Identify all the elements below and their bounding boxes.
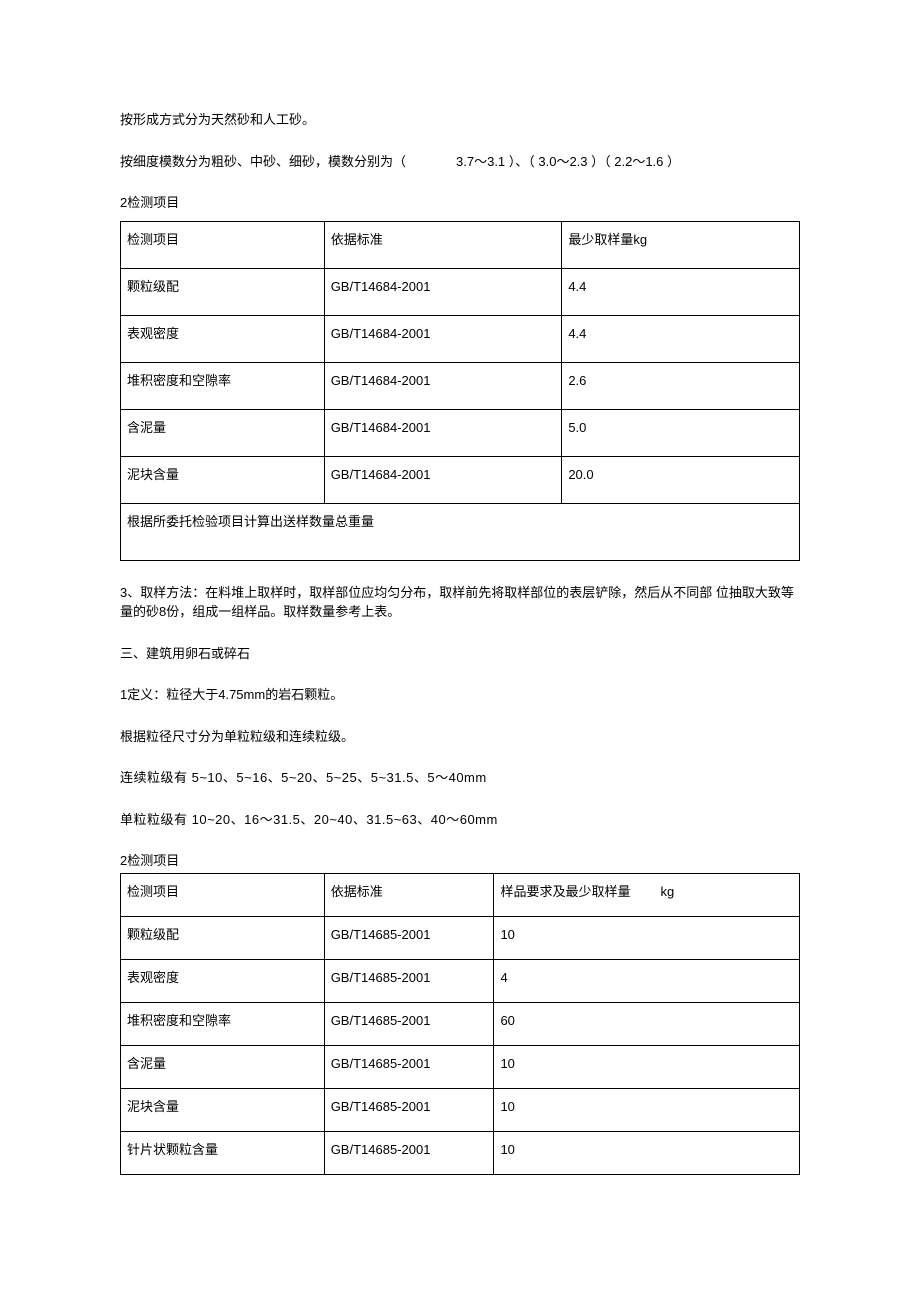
- cell-standard: GB/T14684-2001: [324, 362, 562, 409]
- cell-value: 10: [494, 916, 800, 959]
- paragraph-modulus: 按细度模数分为粗砂、中砂、细砂，模数分别为（ 3.7～3.1 ）、（ 3.0～2.…: [120, 152, 800, 172]
- table-header-item: 检测项目: [121, 873, 325, 916]
- cell-value: 20.0: [562, 456, 800, 503]
- cell-item: 堆积密度和空隙率: [121, 1002, 325, 1045]
- table-row: 检测项目 依据标准 样品要求及最少取样量 kg: [121, 873, 800, 916]
- cell-value: 2.6: [562, 362, 800, 409]
- cell-item: 表观密度: [121, 315, 325, 362]
- header-sample-unit: kg: [660, 884, 674, 899]
- cell-standard: GB/T14684-2001: [324, 315, 562, 362]
- table-header-standard: 依据标准: [324, 873, 494, 916]
- table-row-footer: 根据所委托检验项目计算出送样数量总重量: [121, 503, 800, 560]
- table-header-sample-req: 样品要求及最少取样量 kg: [494, 873, 800, 916]
- table-gravel-tests: 检测项目 依据标准 样品要求及最少取样量 kg 颗粒级配 GB/T14685-20…: [120, 873, 800, 1175]
- table-row: 含泥量 GB/T14684-2001 5.0: [121, 409, 800, 456]
- modulus-values: 3.7～3.1 ）、（ 3.0～2.3 ）（ 2.2～1.6 ）: [456, 154, 680, 169]
- cell-standard: GB/T14685-2001: [324, 959, 494, 1002]
- table-header-item: 检测项目: [121, 221, 325, 268]
- cell-value: 4: [494, 959, 800, 1002]
- paragraph-sampling-method: 3、取样方法：在料堆上取样时，取样部位应均匀分布，取样前先将取样部位的表层铲除，…: [120, 583, 800, 622]
- cell-standard: GB/T14685-2001: [324, 1002, 494, 1045]
- paragraph-continuous-grades: 连续粒级有 5~10、5~16、5~20、5~25、5~31.5、5～40mm: [120, 768, 800, 788]
- table-row: 堆积密度和空隙率 GB/T14685-2001 60: [121, 1002, 800, 1045]
- table-header-min-sample: 最少取样量kg: [562, 221, 800, 268]
- cell-item: 含泥量: [121, 1045, 325, 1088]
- cell-standard: GB/T14685-2001: [324, 1131, 494, 1174]
- cell-value: 60: [494, 1002, 800, 1045]
- cell-standard: GB/T14684-2001: [324, 268, 562, 315]
- paragraph-formation: 按形成方式分为天然砂和人工砂。: [120, 110, 800, 130]
- cell-item: 泥块含量: [121, 1088, 325, 1131]
- cell-item: 颗粒级配: [121, 916, 325, 959]
- cell-item: 颗粒级配: [121, 268, 325, 315]
- table-row: 针片状颗粒含量 GB/T14685-2001 10: [121, 1131, 800, 1174]
- table-row: 颗粒级配 GB/T14685-2001 10: [121, 916, 800, 959]
- header-sample-text: 样品要求及最少取样量: [500, 884, 630, 899]
- cell-value: 10: [494, 1088, 800, 1131]
- cell-item: 堆积密度和空隙率: [121, 362, 325, 409]
- cell-item: 针片状颗粒含量: [121, 1131, 325, 1174]
- table-row: 表观密度 GB/T14684-2001 4.4: [121, 315, 800, 362]
- cell-footer: 根据所委托检验项目计算出送样数量总重量: [121, 503, 800, 560]
- cell-standard: GB/T14684-2001: [324, 409, 562, 456]
- cell-standard: GB/T14685-2001: [324, 916, 494, 959]
- table-sand-tests: 检测项目 依据标准 最少取样量kg 颗粒级配 GB/T14684-2001 4.…: [120, 221, 800, 561]
- cell-item: 含泥量: [121, 409, 325, 456]
- table-row: 含泥量 GB/T14685-2001 10: [121, 1045, 800, 1088]
- cell-standard: GB/T14685-2001: [324, 1088, 494, 1131]
- paragraph-single-grades: 单粒粒级有 10~20、16～31.5、20~40、31.5~63、40～60m…: [120, 810, 800, 830]
- table-header-standard: 依据标准: [324, 221, 562, 268]
- cell-value: 5.0: [562, 409, 800, 456]
- cell-standard: GB/T14685-2001: [324, 1045, 494, 1088]
- table-row: 检测项目 依据标准 最少取样量kg: [121, 221, 800, 268]
- section-title-2: 2检测项目: [120, 193, 800, 213]
- cell-standard: GB/T14684-2001: [324, 456, 562, 503]
- table-row: 表观密度 GB/T14685-2001 4: [121, 959, 800, 1002]
- cell-value: 10: [494, 1131, 800, 1174]
- cell-item: 表观密度: [121, 959, 325, 1002]
- modulus-prefix: 按细度模数分为粗砂、中砂、细砂，模数分别为（: [120, 154, 406, 169]
- cell-value: 4.4: [562, 268, 800, 315]
- section-title-3: 三、建筑用卵石或碎石: [120, 644, 800, 664]
- cell-value: 4.4: [562, 315, 800, 362]
- table-row: 颗粒级配 GB/T14684-2001 4.4: [121, 268, 800, 315]
- paragraph-definition: 1定义：粒径大于4.75mm的岩石颗粒。: [120, 685, 800, 705]
- cell-value: 10: [494, 1045, 800, 1088]
- section-title-2b: 2检测项目: [120, 851, 800, 871]
- paragraph-grading-types: 根据粒径尺寸分为单粒粒级和连续粒级。: [120, 727, 800, 747]
- table-row: 泥块含量 GB/T14685-2001 10: [121, 1088, 800, 1131]
- table-row: 泥块含量 GB/T14684-2001 20.0: [121, 456, 800, 503]
- table-row: 堆积密度和空隙率 GB/T14684-2001 2.6: [121, 362, 800, 409]
- cell-item: 泥块含量: [121, 456, 325, 503]
